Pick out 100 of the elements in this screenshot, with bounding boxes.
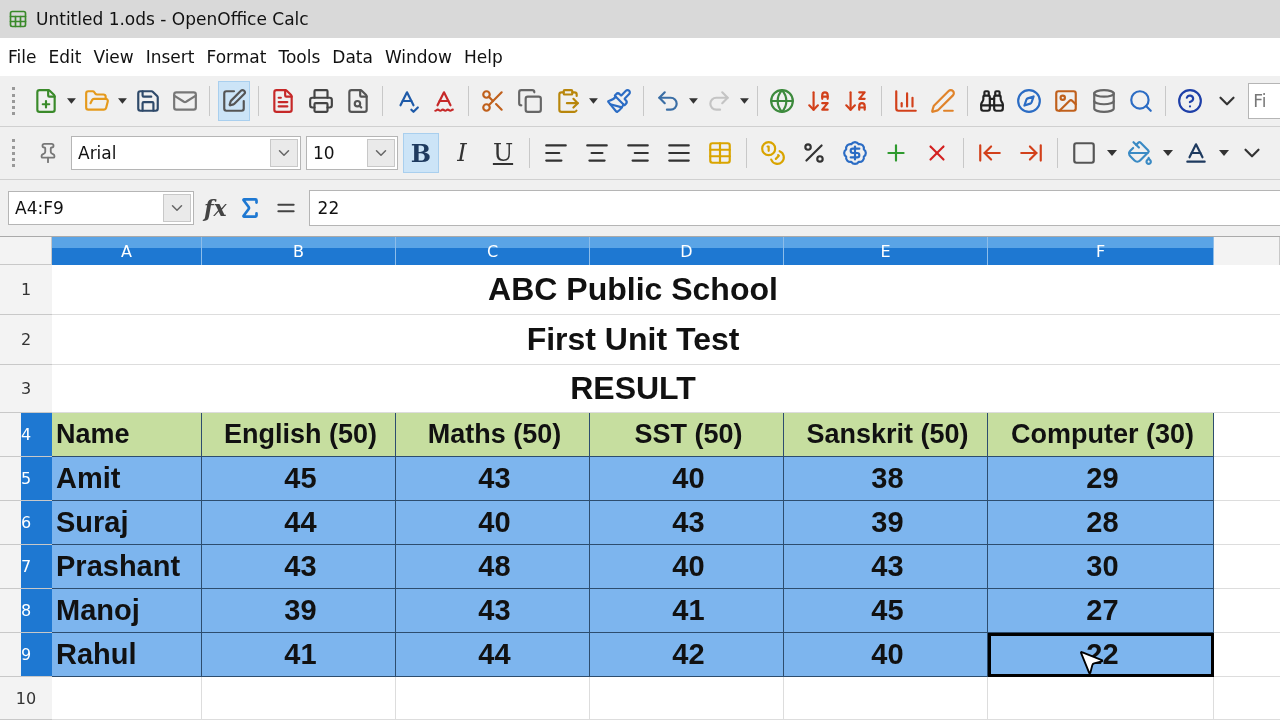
- table-cell: English (50): [202, 413, 396, 457]
- dropdown-arrow-icon[interactable]: [588, 98, 598, 104]
- table-cell: 40: [590, 457, 784, 501]
- edit-file-button[interactable]: [218, 81, 251, 121]
- table-cell: 48: [396, 545, 590, 589]
- table-cell: 43: [202, 545, 396, 589]
- search-icon: [1127, 88, 1154, 114]
- table-cell: 43: [396, 589, 590, 633]
- pencil-icon: [929, 88, 956, 114]
- printer-icon: [307, 88, 334, 114]
- bold-button[interactable]: B: [403, 133, 439, 173]
- binoculars-icon: [978, 88, 1005, 114]
- currency-icon: [842, 140, 868, 166]
- table-cell: 39: [784, 501, 988, 545]
- row-header[interactable]: 4: [0, 413, 52, 457]
- table-cell: 30: [988, 545, 1214, 589]
- column-header[interactable]: B: [202, 237, 396, 265]
- globe-icon: [768, 88, 795, 114]
- table-cell: 38: [784, 457, 988, 501]
- table-cell: Prashant: [52, 545, 202, 589]
- table-cell: 45: [202, 457, 396, 501]
- row-header[interactable]: 10: [0, 677, 52, 720]
- table-cell: 27: [988, 589, 1214, 633]
- dropdown-arrow-icon[interactable]: [117, 98, 127, 104]
- merge-cells-icon: [707, 140, 733, 166]
- column-header[interactable]: C: [396, 237, 590, 265]
- dropdown-arrow-icon[interactable]: [66, 98, 76, 104]
- font-name-box[interactable]: Arial: [71, 136, 301, 170]
- find-field[interactable]: Fi: [1248, 83, 1280, 119]
- row-header[interactable]: 9: [0, 633, 52, 677]
- table-cell: 45: [784, 589, 988, 633]
- menu-item[interactable]: File: [4, 45, 41, 69]
- help-icon: [1176, 88, 1203, 114]
- row-header[interactable]: 3: [0, 365, 52, 413]
- dropdown-arrow-icon[interactable]: [1219, 150, 1229, 156]
- name-box[interactable]: A4:F9: [8, 191, 194, 225]
- table-cell: Rahul: [52, 633, 202, 677]
- percent-icon: [801, 140, 827, 166]
- column-header[interactable]: A: [52, 237, 202, 265]
- row-header[interactable]: 1: [0, 265, 52, 315]
- row-header[interactable]: 8: [0, 589, 52, 633]
- edit-file-icon: [221, 88, 248, 114]
- dropdown-arrow-icon[interactable]: [740, 98, 749, 104]
- table-cell: 43: [590, 501, 784, 545]
- menu-item[interactable]: Edit: [44, 45, 86, 69]
- font-size-box[interactable]: 10: [306, 136, 398, 170]
- compass-icon: [1016, 88, 1043, 114]
- menu-item[interactable]: Window: [380, 45, 456, 69]
- borders-icon: [1071, 140, 1097, 166]
- window-title: Untitled 1.ods - OpenOffice Calc: [36, 9, 309, 29]
- row-header[interactable]: 2: [0, 315, 52, 365]
- function-wizard-button[interactable]: fx: [204, 195, 227, 221]
- row-header[interactable]: 6: [0, 501, 52, 545]
- dropdown-arrow-icon[interactable]: [688, 98, 698, 104]
- menu-item[interactable]: Format: [202, 45, 271, 69]
- table-cell: 44: [396, 633, 590, 677]
- paintbrush-icon: [605, 88, 632, 114]
- table-cell: SST (50): [590, 413, 784, 457]
- database-icon: [1090, 88, 1117, 114]
- row-header[interactable]: 5: [0, 457, 52, 501]
- table-cell: Suraj: [52, 501, 202, 545]
- column-header[interactable]: D: [590, 237, 784, 265]
- font-color-icon: [1183, 140, 1209, 166]
- merged-title-cell: First Unit Test: [52, 315, 1214, 365]
- table-cell: Amit: [52, 457, 202, 501]
- table-cell: 40: [590, 545, 784, 589]
- underline-button[interactable]: U: [485, 133, 521, 173]
- table-cell: Maths (50): [396, 413, 590, 457]
- formula-input[interactable]: 22: [308, 190, 1280, 226]
- column-header[interactable]: E: [784, 237, 988, 265]
- column-header[interactable]: F: [988, 237, 1214, 265]
- merged-title-cell: ABC Public School: [52, 265, 1214, 315]
- table-cell: Computer (30): [988, 413, 1214, 457]
- dropdown-arrow-icon[interactable]: [1163, 150, 1173, 156]
- menu-item[interactable]: View: [89, 45, 138, 69]
- app-icon: [8, 9, 28, 29]
- menu-item[interactable]: Help: [459, 45, 507, 69]
- table-cell: 39: [202, 589, 396, 633]
- italic-button[interactable]: I: [444, 133, 480, 173]
- row-header[interactable]: 7: [0, 545, 52, 589]
- dropdown-arrow-icon[interactable]: [1107, 150, 1117, 156]
- chart-icon: [892, 88, 919, 114]
- coins-icon: [760, 140, 786, 166]
- menu-item[interactable]: Tools: [274, 45, 325, 69]
- menu-item[interactable]: Data: [328, 45, 377, 69]
- table-cell: 41: [202, 633, 396, 677]
- table-cell: 41: [590, 589, 784, 633]
- table-cell: 44: [202, 501, 396, 545]
- paint-bucket-icon: [1127, 140, 1153, 166]
- table-cell: 43: [396, 457, 590, 501]
- table-cell: 43: [784, 545, 988, 589]
- table-cell: 28: [988, 501, 1214, 545]
- mail-icon: [172, 88, 199, 114]
- table-cell: Sanskrit (50): [784, 413, 988, 457]
- copy-icon: [517, 88, 544, 114]
- menu-item[interactable]: Insert: [141, 45, 199, 69]
- save-icon: [134, 88, 161, 114]
- table-cell: 40: [784, 633, 988, 677]
- image-icon: [1053, 88, 1080, 114]
- table-cell: 40: [396, 501, 590, 545]
